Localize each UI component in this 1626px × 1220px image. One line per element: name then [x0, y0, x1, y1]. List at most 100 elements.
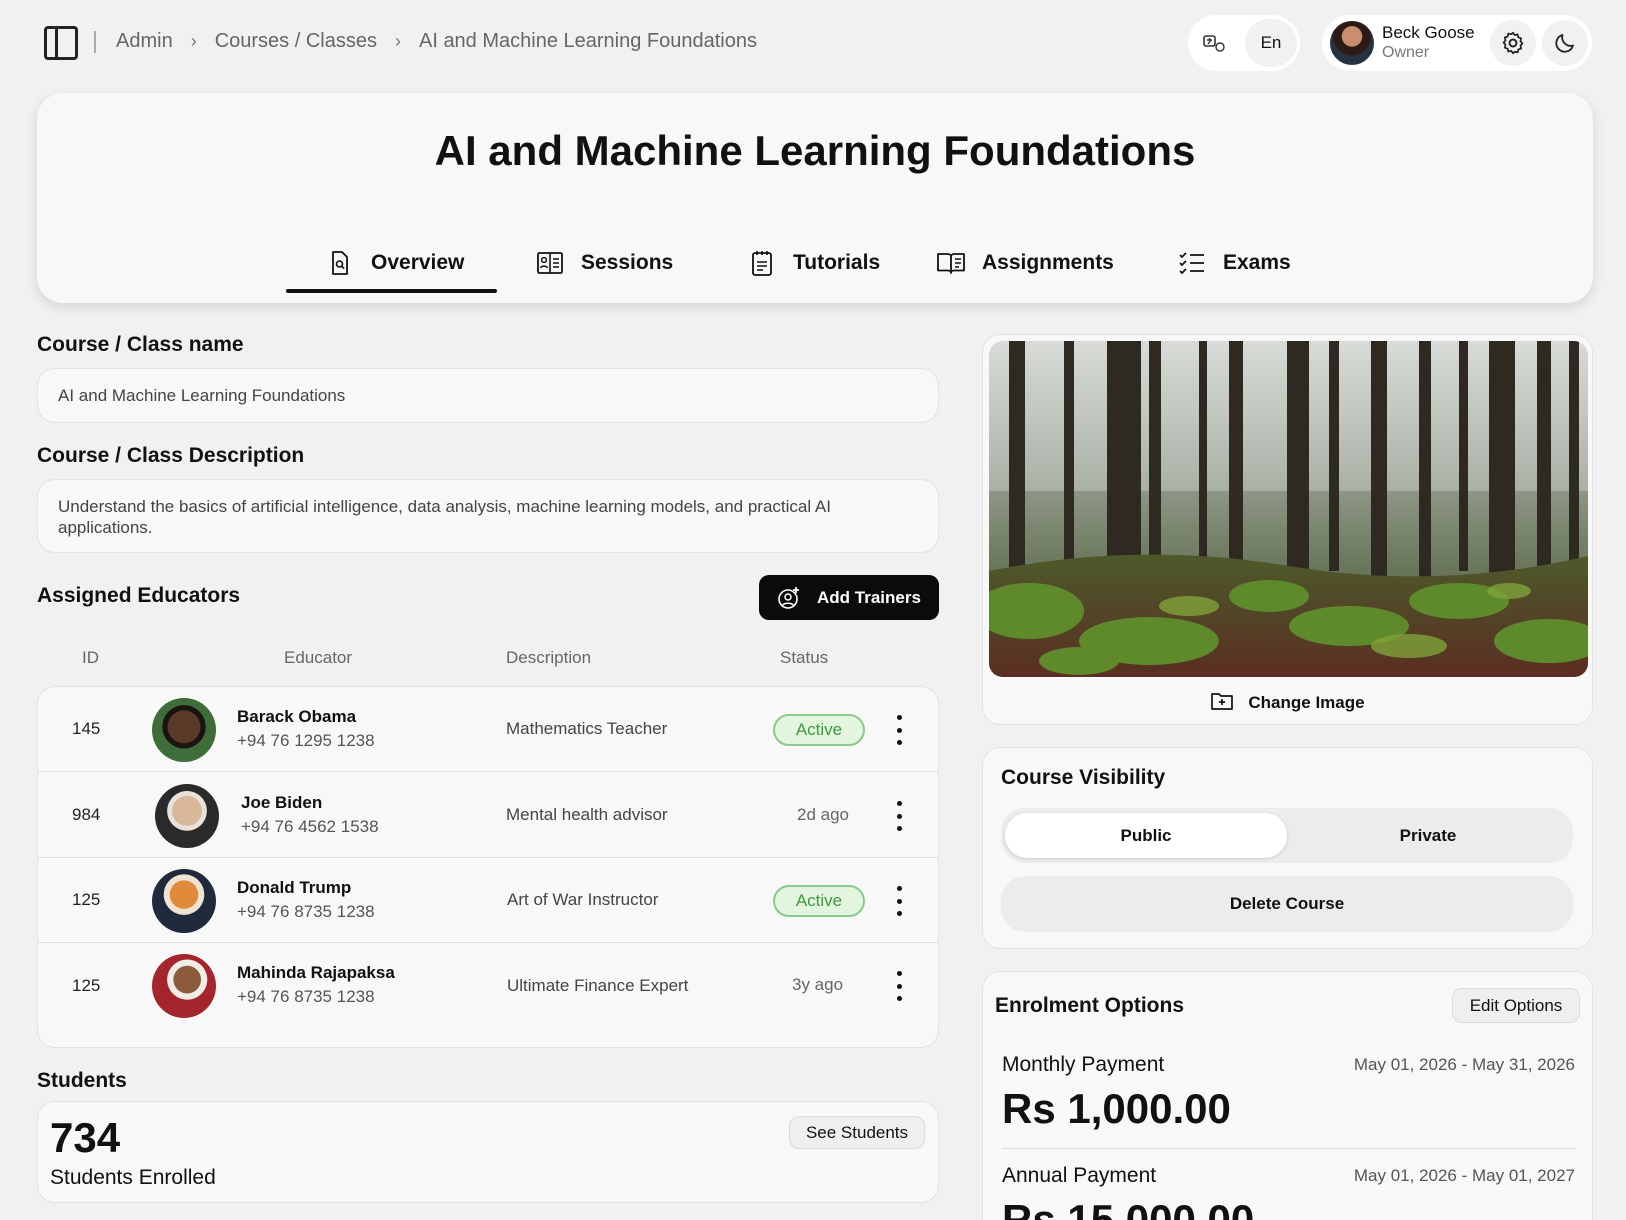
checklist-icon	[1177, 248, 1207, 278]
table-row[interactable]: 145 Barack Obama +94 76 1295 1238 Mathem…	[38, 687, 938, 772]
avatar	[152, 698, 216, 762]
educator-description: Mental health advisor	[506, 805, 668, 824]
change-image-button[interactable]: Change Image	[983, 689, 1592, 716]
column-header-description: Description	[506, 648, 592, 667]
course-image-card: Change Image	[982, 334, 1593, 725]
column-header-educator: Educator	[284, 648, 353, 667]
chevron-right-icon: ›	[190, 31, 197, 51]
more-options-icon[interactable]	[893, 801, 905, 831]
status-text: 3y ago	[792, 975, 844, 994]
tab-label: Assignments	[982, 251, 1114, 274]
tab-assignments[interactable]: Assignments	[936, 233, 1114, 293]
user-name: Beck Goose	[1382, 23, 1475, 42]
divider	[94, 31, 96, 53]
edit-options-button[interactable]: Edit Options	[1452, 988, 1580, 1023]
educator-id: 125	[72, 890, 101, 909]
tab-label: Overview	[371, 251, 465, 274]
course-description-field[interactable]: Understand the basics of artificial inte…	[37, 479, 939, 553]
gear-icon	[1502, 31, 1524, 55]
column-header-id: ID	[82, 648, 99, 667]
active-tab-indicator	[286, 289, 497, 293]
theme-toggle-button[interactable]	[1542, 20, 1588, 66]
educator-phone: +94 76 8735 1238	[237, 987, 375, 1006]
educator-name: Barack Obama	[237, 707, 357, 726]
tab-sessions[interactable]: Sessions	[535, 233, 673, 293]
more-options-icon[interactable]	[893, 886, 905, 916]
tab-exams[interactable]: Exams	[1177, 233, 1291, 293]
sidebar-toggle-icon[interactable]	[44, 26, 78, 60]
plan-monthly: Monthly Payment May 01, 2026 - May 31, 2…	[1002, 1053, 1575, 1143]
table-row[interactable]: 125 Mahinda Rajapaksa +94 76 8735 1238 U…	[38, 943, 938, 1028]
course-description-label: Course / Class Description	[37, 444, 305, 467]
breadcrumb: Admin › Courses / Classes › AI and Machi…	[116, 30, 757, 53]
enrolment-title: Enrolment Options	[995, 994, 1184, 1017]
avatar	[155, 784, 219, 848]
table-row[interactable]: 125 Donald Trump +94 76 8735 1238 Art of…	[38, 858, 938, 943]
visibility-private-option[interactable]: Private	[1287, 813, 1569, 858]
id-card-icon	[535, 248, 565, 278]
visibility-title: Course Visibility	[1001, 766, 1166, 789]
educator-phone: +94 76 4562 1538	[241, 817, 379, 836]
plan-dates: May 01, 2026 - May 01, 2027	[1353, 1166, 1575, 1185]
document-search-icon	[325, 248, 355, 278]
add-user-icon	[777, 586, 801, 610]
moon-icon	[1555, 34, 1574, 53]
tab-tutorials[interactable]: Tutorials	[747, 233, 880, 293]
plan-dates: May 01, 2026 - May 31, 2026	[1353, 1055, 1575, 1074]
change-image-label: Change Image	[1248, 692, 1365, 712]
notepad-icon	[747, 248, 777, 278]
more-options-icon[interactable]	[893, 971, 905, 1001]
course-header-card: AI and Machine Learning Foundations Over…	[37, 93, 1593, 303]
breadcrumb-courses[interactable]: Courses / Classes	[215, 30, 377, 53]
educator-phone: +94 76 1295 1238	[237, 731, 375, 750]
delete-course-button[interactable]: Delete Course	[1001, 876, 1573, 932]
breadcrumb-current: AI and Machine Learning Foundations	[418, 30, 757, 52]
page-title: AI and Machine Learning Foundations	[434, 127, 1196, 174]
course-name-label: Course / Class name	[37, 333, 244, 356]
status-badge: Active	[773, 885, 865, 917]
see-students-button[interactable]: See Students	[789, 1116, 925, 1149]
avatar	[152, 869, 216, 933]
settings-button[interactable]	[1490, 20, 1536, 66]
avatar[interactable]	[1330, 21, 1374, 65]
educator-description: Art of War Instructor	[507, 890, 659, 909]
plan-price: Rs 15,000.00	[1002, 1196, 1255, 1220]
plan-name: Annual Payment	[1002, 1164, 1157, 1187]
language-switcher: En	[1188, 15, 1300, 71]
user-menu[interactable]: Beck Goose Owner	[1322, 15, 1592, 71]
tab-overview[interactable]: Overview	[325, 233, 464, 293]
plan-name: Monthly Payment	[1002, 1053, 1165, 1076]
top-bar: Admin › Courses / Classes › AI and Machi…	[0, 0, 1626, 86]
plan-annual: Annual Payment May 01, 2026 - May 01, 20…	[1002, 1164, 1575, 1220]
column-header-status: Status	[780, 648, 829, 667]
educator-description: Ultimate Finance Expert	[507, 975, 689, 995]
course-name-field[interactable]: AI and Machine Learning Foundations	[37, 368, 939, 423]
educator-name: Donald Trump	[237, 878, 352, 897]
translate-icon[interactable]	[1202, 32, 1226, 54]
educators-title: Assigned Educators	[37, 584, 241, 607]
status-badge: Active	[773, 714, 865, 746]
visibility-public-option[interactable]: Public	[1005, 813, 1287, 858]
course-image	[989, 341, 1588, 677]
tab-label: Sessions	[581, 251, 674, 274]
tab-label: Tutorials	[793, 251, 881, 274]
breadcrumb-admin[interactable]: Admin	[116, 30, 173, 53]
educator-name: Joe Biden	[241, 793, 323, 812]
add-trainers-button[interactable]: Add Trainers	[759, 575, 939, 620]
add-folder-icon	[1210, 689, 1234, 716]
students-count: 734	[50, 1114, 121, 1161]
more-options-icon[interactable]	[893, 715, 905, 745]
educator-description: Mathematics Teacher	[506, 719, 668, 738]
students-card: 734 Students Enrolled See Students	[37, 1101, 939, 1203]
chevron-right-icon: ›	[394, 31, 401, 51]
table-row[interactable]: 984 Joe Biden +94 76 4562 1538 Mental he…	[38, 773, 938, 858]
status-text: 2d ago	[797, 805, 849, 824]
language-button[interactable]: En	[1245, 19, 1297, 67]
avatar	[152, 954, 216, 1018]
user-role: Owner	[1382, 44, 1430, 61]
educator-id: 984	[72, 805, 101, 824]
divider	[1002, 1148, 1575, 1149]
educators-table: 145 Barack Obama +94 76 1295 1238 Mathem…	[37, 686, 939, 1048]
students-label: Students Enrolled	[50, 1166, 216, 1189]
plan-price: Rs 1,000.00	[1002, 1085, 1231, 1132]
